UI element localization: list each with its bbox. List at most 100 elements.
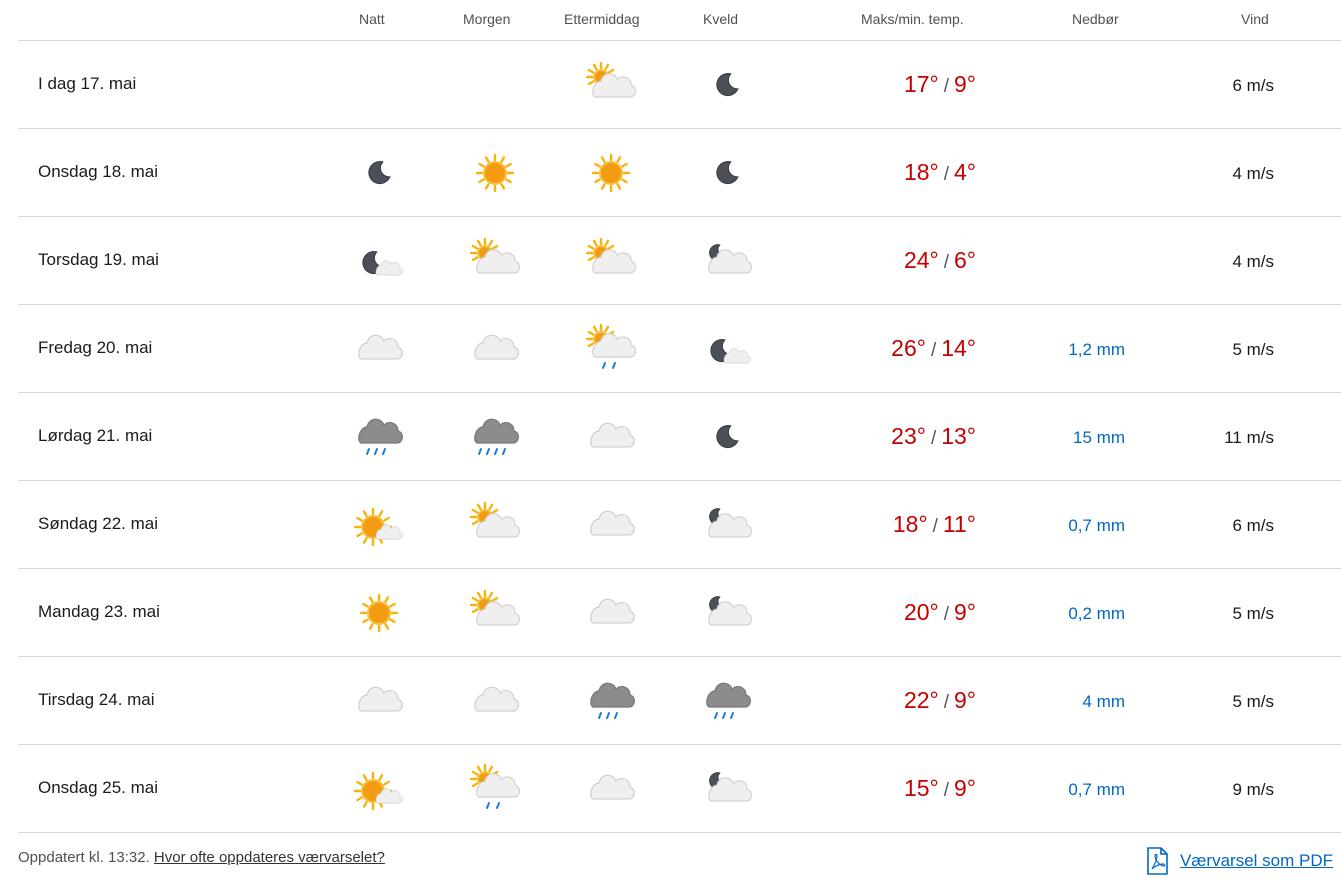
day-label: Torsdag 19. mai: [38, 250, 159, 269]
cloud-icon: [474, 334, 519, 360]
evening-moon-icon: [701, 411, 753, 463]
pdf-download[interactable]: Værvarsel som PDF: [1144, 847, 1333, 875]
evening-fair-night-icon: [701, 323, 753, 375]
night-rain-icon: [353, 411, 405, 463]
cloud-icon: [590, 510, 635, 536]
wind-speed: 11 m/s: [1224, 428, 1274, 447]
forecast-row[interactable]: Søndag 22. mai 18°/11° 0,7 mm 6 m/s: [18, 481, 1341, 569]
max-temp: 18°: [903, 159, 939, 185]
max-temp: 20°: [903, 599, 939, 625]
temperature: 26°/14°: [891, 335, 976, 362]
cloud-icon: [358, 334, 403, 360]
morning-cloud-icon: [469, 323, 521, 375]
evening-partly-cloudy-night-icon: [701, 235, 753, 287]
precipitation: 4 mm: [1082, 692, 1126, 711]
min-temp: 6°: [954, 247, 976, 273]
night-sun-icon: [353, 587, 405, 639]
evening-partly-cloudy-night-icon: [701, 499, 753, 551]
footer: Oppdatert kl. 13:32. Hvor ofte oppdatere…: [18, 847, 1341, 879]
wind-speed: 5 m/s: [1232, 340, 1274, 359]
precipitation: 0,2 mm: [1068, 604, 1125, 623]
afternoon-partly-cloudy-day-icon: [585, 59, 637, 111]
cloud-icon: [590, 422, 635, 448]
temperature: 22°/9°: [904, 687, 976, 714]
wind-speed: 4 m/s: [1232, 164, 1274, 183]
cloud-icon: [358, 686, 403, 712]
rain-icon: [706, 682, 751, 719]
fair-night-icon: [710, 339, 751, 364]
header-evening: Kveld: [703, 11, 739, 27]
cloud-icon: [590, 774, 635, 800]
afternoon-partly-cloudy-day-icon: [585, 235, 637, 287]
min-temp: 9°: [954, 71, 976, 97]
forecast-row[interactable]: Mandag 23. mai 20°/9° 0,2 mm 5 m/s: [18, 569, 1341, 657]
day-label: I dag 17. mai: [38, 74, 137, 93]
precipitation: 15 mm: [1073, 428, 1125, 447]
wind-speed: 6 m/s: [1232, 516, 1274, 535]
night-moon-icon: [353, 147, 405, 199]
cloud-icon: [590, 598, 635, 624]
partly-cloudy-night-icon: [708, 772, 753, 802]
temp-separator: /: [930, 428, 937, 449]
evening-rain-icon: [701, 675, 753, 727]
sun-icon: [591, 153, 631, 193]
wind-speed: 5 m/s: [1232, 604, 1274, 623]
temperature: 20°/9°: [904, 599, 976, 626]
day-label: Mandag 23. mai: [38, 602, 160, 621]
forecast-row[interactable]: Torsdag 19. mai 24°/6° 4 m/s: [18, 217, 1341, 305]
temperature: 23°/13°: [891, 423, 976, 450]
moon-icon: [716, 161, 739, 185]
forecast-row[interactable]: Fredag 20. mai 26°/14° 1,2 mm 5 m/s: [18, 305, 1341, 393]
max-temp: 23°: [891, 423, 926, 449]
morning-sun-icon: [469, 147, 521, 199]
temperature: 17°/9°: [904, 71, 976, 98]
forecast-row[interactable]: Onsdag 25. mai 15°/9° 0,7 mm 9 m/s: [18, 745, 1341, 833]
update-frequency-link[interactable]: Hvor ofte oppdateres værvarselet?: [154, 849, 385, 866]
precipitation: 0,7 mm: [1068, 780, 1125, 799]
temp-separator: /: [943, 604, 949, 625]
moon-icon: [716, 425, 739, 449]
evening-partly-cloudy-night-icon: [701, 587, 753, 639]
rain-icon: [590, 682, 635, 719]
fair-day-icon: [353, 771, 403, 811]
forecast-table: Natt Morgen Ettermiddag Kveld Maks/min. …: [18, 0, 1341, 833]
evening-partly-cloudy-night-icon: [701, 763, 753, 815]
morning-cloud-icon: [469, 675, 521, 727]
moon-icon: [368, 161, 391, 185]
forecast-row[interactable]: Lørdag 21. mai 23°/13° 15 mm 11 m/s: [18, 393, 1341, 481]
fair-day-icon: [353, 507, 403, 547]
partly-cloudy-day-icon: [469, 501, 521, 538]
morning-rain-showers-day-icon: [469, 763, 521, 815]
wind-speed: 9 m/s: [1232, 780, 1274, 799]
precipitation: 0,7 mm: [1068, 516, 1125, 535]
morning-partly-cloudy-day-icon: [469, 499, 521, 551]
day-label: Fredag 20. mai: [38, 338, 153, 357]
sun-icon: [359, 593, 399, 633]
day-label: Onsdag 18. mai: [38, 162, 159, 181]
temp-separator: /: [943, 76, 949, 97]
night-cloud-icon: [353, 323, 405, 375]
rain-showers-day-icon: [469, 763, 521, 809]
partly-cloudy-night-icon: [708, 596, 753, 626]
forecast-row[interactable]: I dag 17. mai 17°/9° 6 m/s: [18, 41, 1341, 129]
min-temp: 14°: [941, 335, 976, 361]
temperature: 24°/6°: [904, 247, 976, 274]
precipitation: 1,2 mm: [1068, 340, 1125, 359]
header-morning: Morgen: [463, 11, 511, 27]
temperature: 18°/4°: [904, 159, 976, 186]
night-fair-day-icon: [353, 763, 405, 815]
cloud-icon: [474, 686, 519, 712]
afternoon-rain-showers-day-icon: [585, 323, 637, 375]
evening-moon-icon: [701, 147, 753, 199]
afternoon-cloud-icon: [585, 411, 637, 463]
morning-partly-cloudy-day-icon: [469, 587, 521, 639]
forecast-row[interactable]: Onsdag 18. mai 18°/4° 4 m/s: [18, 129, 1341, 217]
temp-separator: /: [932, 516, 938, 537]
day-label: Onsdag 25. mai: [38, 778, 159, 797]
min-temp: 9°: [954, 599, 976, 625]
min-temp: 9°: [954, 775, 976, 801]
pdf-link[interactable]: Værvarsel som PDF: [1180, 851, 1333, 871]
forecast-row[interactable]: Tirsdag 24. mai 22°/9° 4 mm 5 m/s: [18, 657, 1341, 745]
header-night: Natt: [359, 11, 385, 27]
morning-partly-cloudy-day-icon: [469, 235, 521, 287]
